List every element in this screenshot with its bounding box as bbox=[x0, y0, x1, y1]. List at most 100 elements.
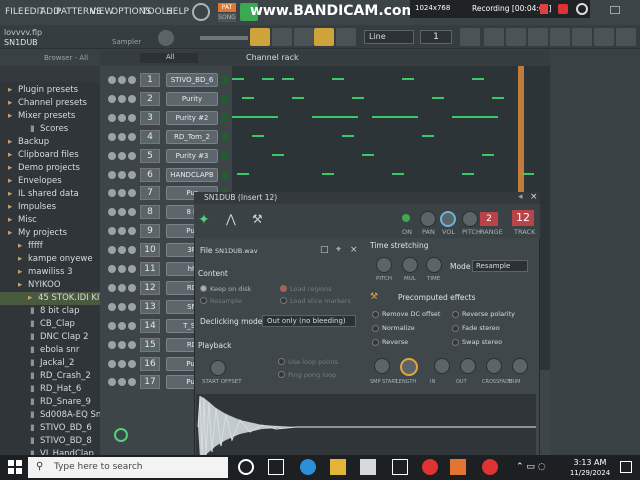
swing-knob[interactable] bbox=[114, 428, 128, 442]
effect-toggle[interactable] bbox=[372, 325, 379, 332]
mute-led[interactable] bbox=[108, 302, 116, 311]
note-bar[interactable] bbox=[237, 172, 249, 175]
on-toggle[interactable] bbox=[402, 214, 410, 222]
main-pitch-slider[interactable] bbox=[200, 36, 248, 40]
store-icon[interactable] bbox=[360, 459, 376, 475]
channel-volume-knob[interactable] bbox=[128, 283, 136, 292]
channel-volume-knob[interactable] bbox=[128, 359, 136, 368]
add-pattern-icon[interactable] bbox=[484, 28, 504, 46]
channel-volume-knob[interactable] bbox=[128, 113, 136, 122]
note-bar[interactable] bbox=[322, 172, 334, 175]
sample-file-name[interactable]: SN1DUB.wav bbox=[215, 247, 258, 255]
plugin-title-bar[interactable]: SN1DUB (Insert 12) ◂ × bbox=[194, 192, 540, 204]
effect-toggle[interactable] bbox=[372, 311, 379, 318]
mute-led[interactable] bbox=[108, 151, 116, 160]
edge-icon[interactable] bbox=[300, 459, 316, 475]
browser-icon[interactable] bbox=[594, 28, 614, 46]
load-slice-radio[interactable] bbox=[280, 297, 287, 304]
mute-led[interactable] bbox=[108, 227, 116, 236]
record-app-icon[interactable] bbox=[482, 459, 498, 475]
channel-pan-knob[interactable] bbox=[118, 208, 126, 217]
start-offset-knob[interactable] bbox=[210, 360, 226, 376]
mixer-track-number[interactable]: 8 bbox=[140, 205, 160, 220]
mute-led[interactable] bbox=[108, 321, 116, 330]
menu-view[interactable]: VIEW bbox=[90, 7, 113, 17]
channel-button[interactable]: STIVO_BD_6 bbox=[166, 73, 218, 87]
plugin-menu-icon[interactable]: ◂ bbox=[518, 192, 523, 202]
sample-knob[interactable] bbox=[400, 358, 418, 376]
channel-filter-select[interactable]: All bbox=[140, 53, 198, 63]
channel-volume-knob[interactable] bbox=[128, 302, 136, 311]
fl-studio-app-icon[interactable] bbox=[450, 459, 466, 475]
mute-led[interactable] bbox=[108, 170, 116, 179]
ping-pong-radio[interactable] bbox=[278, 371, 285, 378]
widgets-icon[interactable] bbox=[268, 459, 284, 475]
note-bar[interactable] bbox=[352, 96, 364, 99]
pitch-knob[interactable] bbox=[462, 211, 478, 227]
arrow-tool-icon[interactable] bbox=[272, 28, 292, 46]
settings-tab-icon[interactable]: ⚒ bbox=[252, 212, 263, 226]
mute-led[interactable] bbox=[108, 132, 116, 141]
mixer-track-number[interactable]: 15 bbox=[140, 337, 160, 352]
mute-led[interactable] bbox=[108, 283, 116, 292]
note-bar[interactable] bbox=[332, 78, 344, 80]
pause-recording-icon[interactable] bbox=[540, 4, 548, 14]
channel-volume-knob[interactable] bbox=[128, 94, 136, 103]
channel-select-led[interactable] bbox=[222, 170, 228, 179]
note-bar[interactable] bbox=[362, 153, 374, 156]
open-folder-icon[interactable]: □ bbox=[320, 245, 329, 255]
sample-knob[interactable] bbox=[374, 358, 390, 374]
taskbar-search-input[interactable]: Type here to search bbox=[28, 457, 228, 478]
bandicam-app-icon[interactable] bbox=[422, 459, 438, 475]
mute-led[interactable] bbox=[108, 94, 116, 103]
note-bar[interactable] bbox=[232, 115, 278, 118]
sample-knob[interactable] bbox=[512, 358, 528, 374]
load-regions-radio[interactable] bbox=[280, 285, 287, 292]
note-bar[interactable] bbox=[292, 96, 304, 99]
note-bar[interactable] bbox=[392, 172, 404, 175]
mixer-track-number[interactable]: 12 bbox=[140, 280, 160, 295]
note-bar[interactable] bbox=[342, 134, 354, 137]
effect-toggle[interactable] bbox=[452, 339, 459, 346]
channel-pan-knob[interactable] bbox=[118, 246, 126, 255]
use-loop-radio[interactable] bbox=[278, 358, 285, 365]
mixer-track-number[interactable]: 2 bbox=[140, 91, 160, 106]
mixer-track-number[interactable]: 4 bbox=[140, 129, 160, 144]
channel-volume-knob[interactable] bbox=[128, 378, 136, 387]
channel-pan-knob[interactable] bbox=[118, 378, 126, 387]
note-bar[interactable] bbox=[492, 96, 504, 99]
channel-button[interactable]: HANDCLAPB bbox=[166, 167, 218, 182]
channel-pan-knob[interactable] bbox=[118, 94, 126, 103]
mail-icon[interactable] bbox=[392, 459, 408, 475]
channel-volume-knob[interactable] bbox=[128, 265, 136, 273]
effect-toggle[interactable] bbox=[372, 339, 379, 346]
menu-file[interactable]: FILE bbox=[5, 7, 24, 17]
mixer-track-number[interactable]: 10 bbox=[140, 243, 160, 258]
channel-volume-knob[interactable] bbox=[128, 208, 136, 217]
channel-pan-knob[interactable] bbox=[118, 132, 126, 141]
sample-knob[interactable] bbox=[486, 358, 502, 374]
channel-volume-knob[interactable] bbox=[128, 76, 136, 84]
channel-knob[interactable] bbox=[158, 30, 174, 46]
screenshot-icon[interactable] bbox=[576, 3, 588, 15]
menu-help[interactable]: HELP bbox=[166, 7, 189, 17]
windows-start-icon[interactable] bbox=[8, 460, 22, 474]
envelope-tab-icon[interactable]: ⋀ bbox=[226, 212, 236, 226]
pan-knob[interactable] bbox=[420, 211, 436, 227]
ts-mul-knob[interactable] bbox=[402, 257, 418, 273]
range-value[interactable]: 2 bbox=[480, 212, 498, 226]
note-bar[interactable] bbox=[482, 153, 494, 156]
note-bar[interactable] bbox=[272, 153, 284, 156]
channel-pan-knob[interactable] bbox=[118, 113, 126, 122]
channel-select-led[interactable] bbox=[222, 132, 228, 141]
mute-led[interactable] bbox=[108, 208, 116, 217]
channel-volume-knob[interactable] bbox=[128, 227, 136, 236]
note-bar[interactable] bbox=[252, 134, 264, 137]
channel-volume-knob[interactable] bbox=[128, 321, 136, 330]
channel-volume-knob[interactable] bbox=[128, 132, 136, 141]
note-bar[interactable] bbox=[462, 172, 474, 175]
clock-time[interactable]: 3:13 AM bbox=[570, 458, 610, 467]
note-bar[interactable] bbox=[232, 78, 244, 80]
channel-pan-knob[interactable] bbox=[118, 265, 126, 273]
mixer-track-number[interactable]: 3 bbox=[140, 110, 160, 125]
